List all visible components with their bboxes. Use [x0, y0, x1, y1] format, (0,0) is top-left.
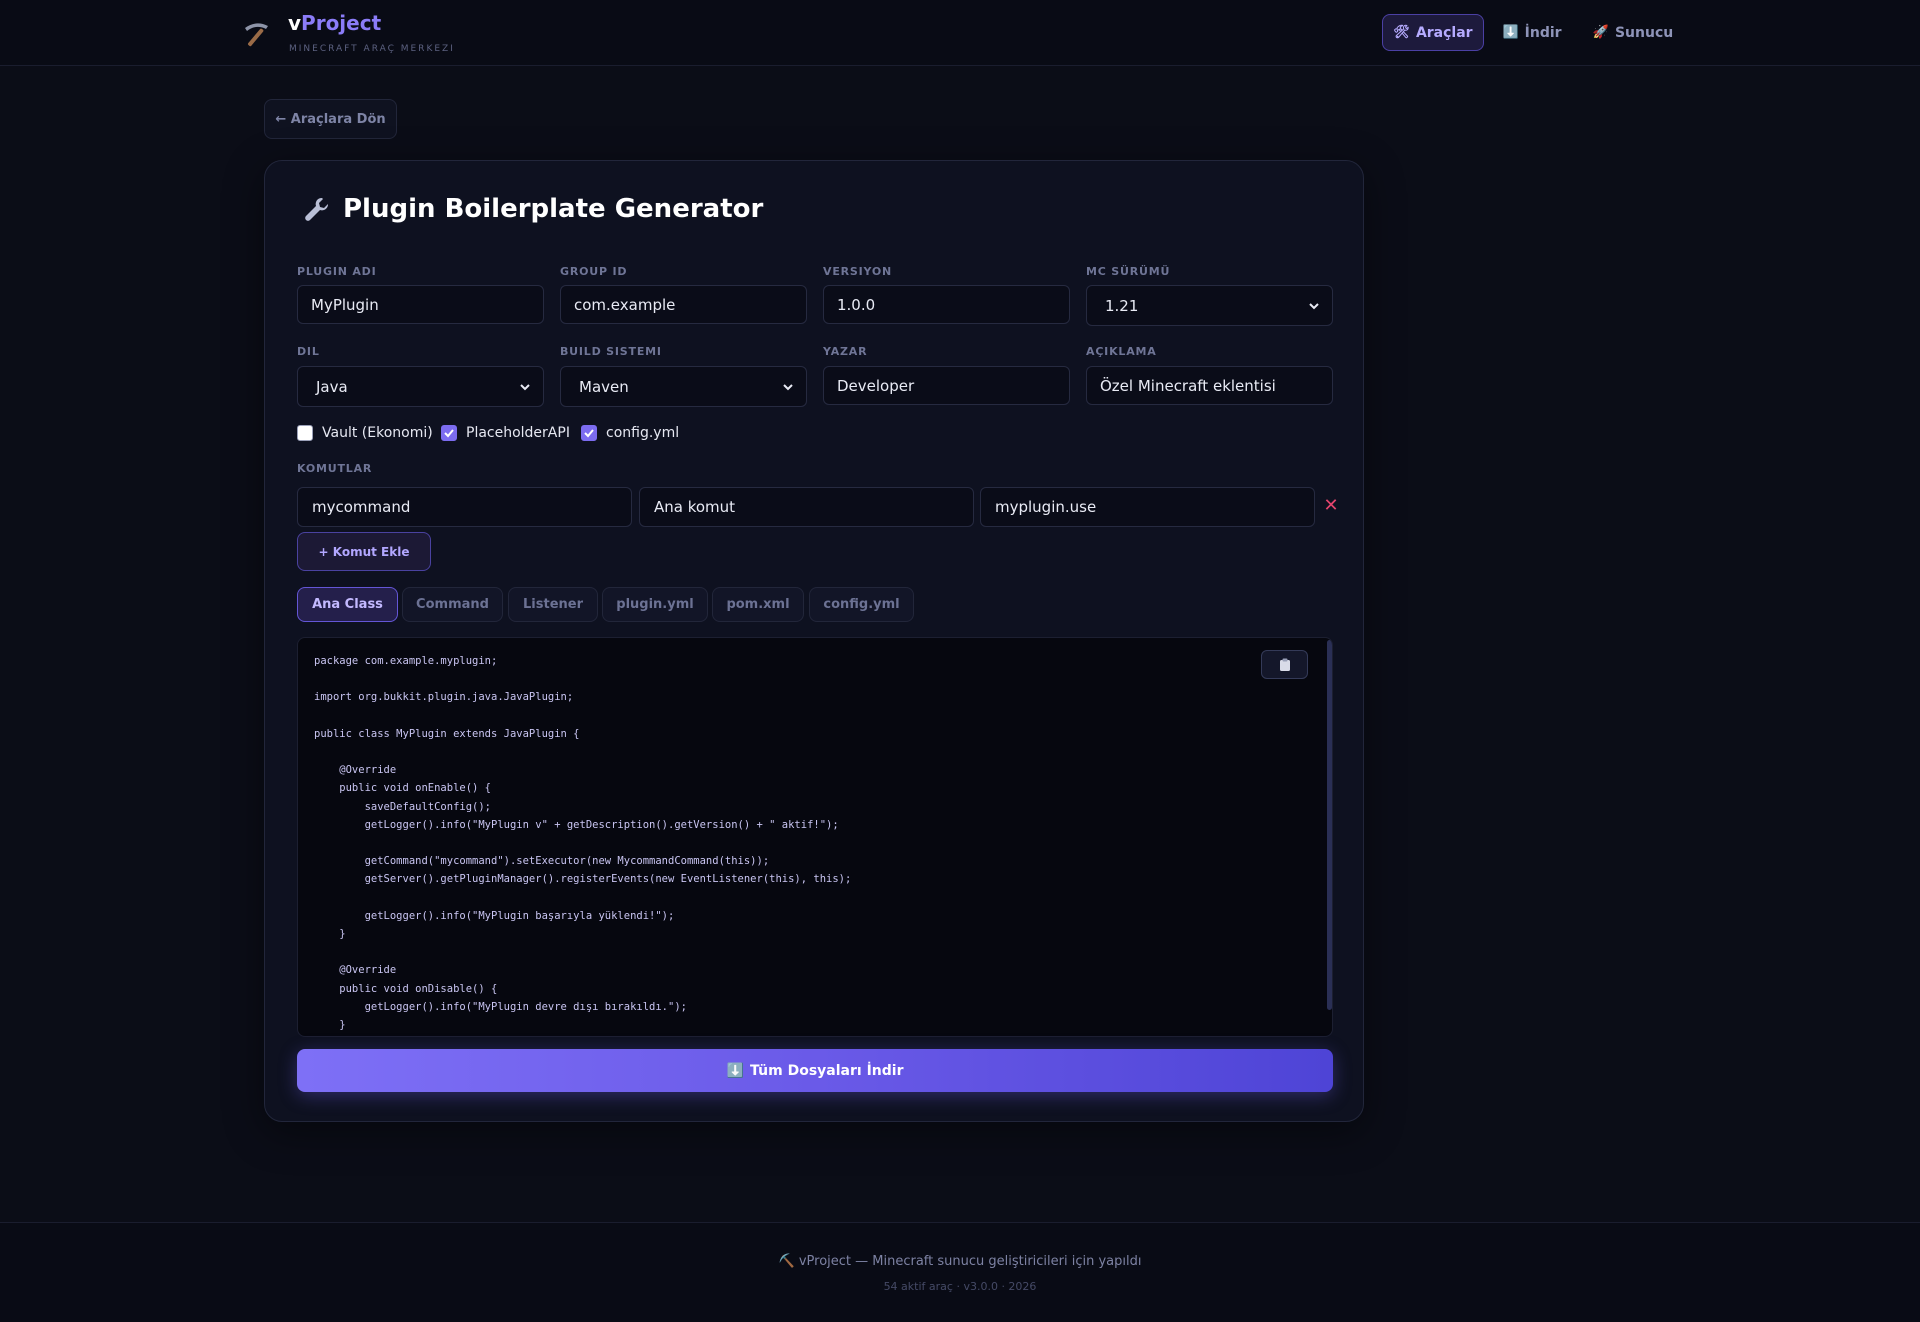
placeholderapi-checkbox[interactable]: PlaceholderAPI [441, 425, 570, 441]
code-scrollbar[interactable] [1327, 640, 1332, 1010]
wrench-icon [305, 197, 329, 221]
description-input[interactable]: Özel Minecraft eklentisi [1086, 366, 1333, 405]
mc-version-label: MC SÜRÜMÜ [1086, 265, 1171, 278]
tab-listener[interactable]: Listener [508, 587, 598, 622]
checkbox-checked[interactable] [581, 425, 597, 441]
add-command-button[interactable]: + Komut Ekle [297, 532, 431, 571]
check-icon [584, 429, 594, 438]
footer-version: 54 aktif araç · v3.0.0 · 2026 [883, 1280, 1037, 1293]
tab-config-yml[interactable]: config.yml [809, 587, 914, 622]
plugin-name-label: PLUGIN ADI [297, 265, 377, 278]
mc-version-select[interactable]: 1.21 [1086, 285, 1333, 326]
page-title: Plugin Boilerplate Generator [303, 194, 763, 224]
config-yml-checkbox[interactable]: config.yml [581, 425, 679, 441]
page-footer: ⛏️ vProject — Minecraft sunucu geliştiri… [0, 1222, 1920, 1322]
code-content[interactable]: package com.example.myplugin; import org… [314, 652, 1304, 1034]
generator-card: Plugin Boilerplate Generator PLUGIN ADI … [264, 160, 1364, 1122]
chevron-down-icon [520, 383, 530, 390]
author-label: YAZAR [823, 345, 868, 358]
check-icon [444, 429, 454, 438]
language-label: DIL [297, 345, 320, 358]
back-to-tools-button[interactable]: ← Araçlara Dön [264, 99, 397, 139]
chevron-down-icon [1309, 302, 1319, 309]
checkbox-unchecked[interactable] [297, 425, 313, 441]
pickaxe-icon: ⛏️ [778, 1254, 795, 1269]
command-description-input[interactable]: Ana komut [639, 487, 974, 527]
copy-code-button[interactable] [1261, 650, 1308, 679]
version-label: VERSIYON [823, 265, 893, 278]
tools-icon: 🛠 [1393, 25, 1410, 40]
version-input[interactable]: 1.0.0 [823, 285, 1070, 324]
build-system-select[interactable]: Maven [560, 366, 807, 407]
plugin-name-input[interactable]: MyPlugin [297, 285, 544, 324]
build-system-label: BUILD SISTEMI [560, 345, 662, 358]
language-select[interactable]: Java [297, 366, 544, 407]
group-id-label: GROUP ID [560, 265, 628, 278]
download-icon: ⬇️ [1502, 25, 1519, 40]
code-preview[interactable]: package com.example.myplugin; import org… [297, 637, 1333, 1037]
command-permission-input[interactable]: myplugin.use [980, 487, 1315, 527]
tab-command[interactable]: Command [402, 587, 503, 622]
command-name-input[interactable]: mycommand [297, 487, 632, 527]
clipboard-icon [1279, 658, 1290, 671]
tab-pom-xml[interactable]: pom.xml [712, 587, 804, 622]
remove-command-icon[interactable]: ✕ [1322, 497, 1340, 515]
commands-label: KOMUTLAR [297, 462, 373, 475]
group-id-input[interactable]: com.example [560, 285, 807, 324]
nav-tools-button[interactable]: 🛠 Araçlar [1382, 14, 1484, 51]
download-icon: ⬇️ [726, 1062, 744, 1079]
footer-credit: ⛏️ vProject — Minecraft sunucu geliştiri… [778, 1254, 1142, 1269]
brand-subtitle: MINECRAFT ARAÇ MERKEZI [289, 44, 455, 54]
download-all-button[interactable]: ⬇️ Tüm Dosyaları İndir [297, 1049, 1333, 1092]
checkbox-checked[interactable] [441, 425, 457, 441]
tab-plugin-yml[interactable]: plugin.yml [602, 587, 708, 622]
nav-download-button[interactable]: ⬇️ İndir [1496, 14, 1568, 51]
pickaxe-icon [245, 23, 268, 47]
vault-checkbox[interactable]: Vault (Ekonomi) [297, 425, 433, 441]
top-header: vProject MINECRAFT ARAÇ MERKEZI 🛠 Araçla… [0, 0, 1920, 66]
nav-server-button[interactable]: 🚀 Sunucu [1588, 14, 1678, 51]
chevron-down-icon [783, 383, 793, 390]
rocket-icon: 🚀 [1592, 25, 1609, 40]
author-input[interactable]: Developer [823, 366, 1070, 405]
description-label: AÇIKLAMA [1086, 345, 1157, 358]
brand-title[interactable]: vProject [288, 11, 381, 35]
tab-main-class[interactable]: Ana Class [297, 587, 398, 622]
